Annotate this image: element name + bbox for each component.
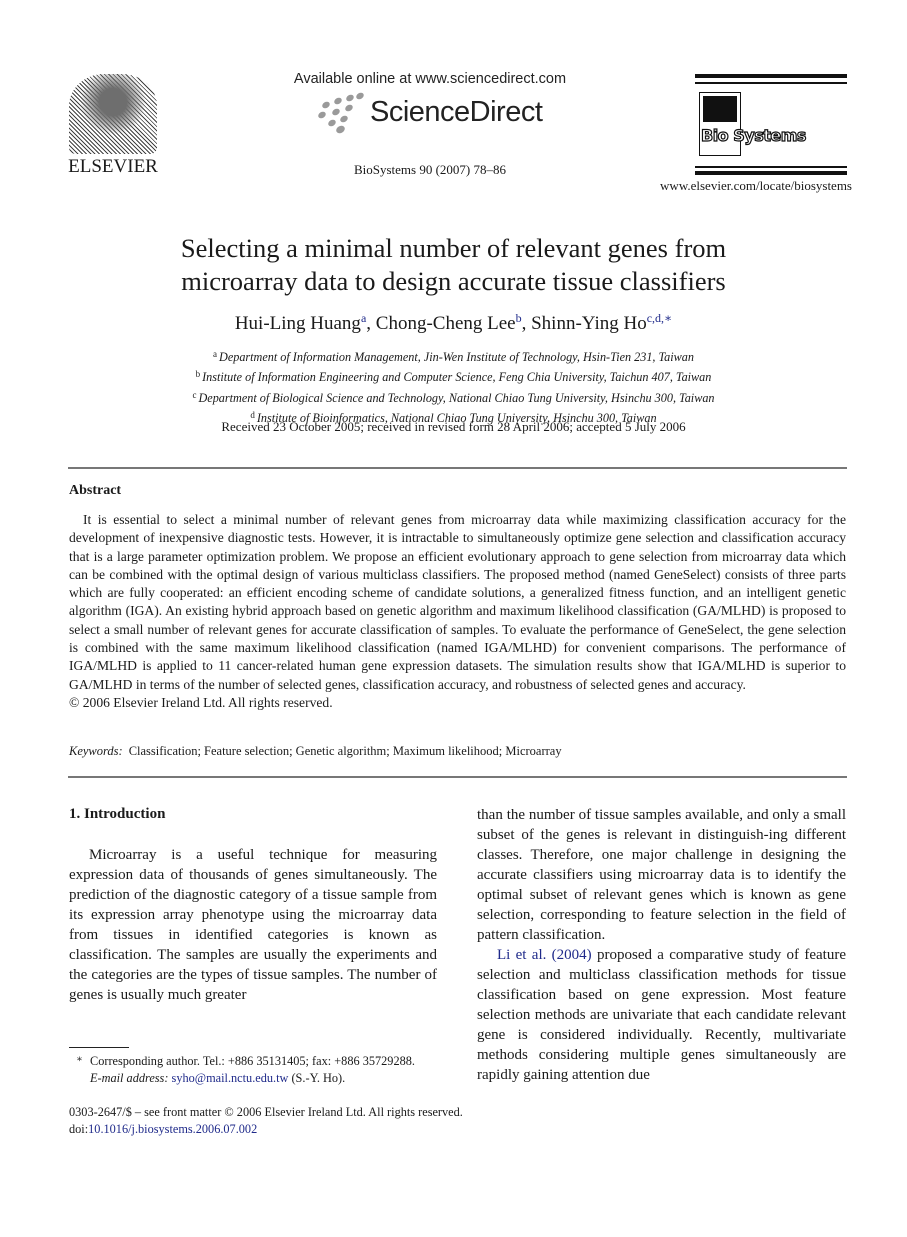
affiliation-mark: b	[195, 369, 201, 380]
affiliation-text: Department of Information Management, Ji…	[219, 350, 694, 364]
elsevier-tree-icon	[69, 74, 157, 154]
affiliation-item: a Department of Information Management, J…	[60, 346, 847, 366]
author-separator: ,	[366, 313, 376, 334]
divider	[68, 467, 847, 469]
author-name: Hui-Ling Huang	[234, 313, 361, 334]
section-heading-introduction: 1. Introduction	[69, 806, 166, 822]
footnote: ∗ Corresponding author. Tel.: +886 351314…	[69, 1051, 449, 1087]
author-name: Shinn-Ying Ho	[531, 313, 647, 334]
title-line-1: Selecting a minimal number of relevant g…	[180, 233, 727, 263]
keywords: Keywords: Classification; Feature selecti…	[69, 744, 846, 759]
author-separator: ,	[521, 313, 532, 334]
affiliation-mark: a	[213, 349, 218, 359]
paragraph: than the number of tissue samples availa…	[477, 807, 846, 943]
footnote-rule	[69, 1047, 129, 1048]
email-label: E-mail address:	[90, 1071, 169, 1085]
doi-label: doi:	[69, 1122, 89, 1136]
affiliation-mark: c	[192, 389, 197, 400]
email-link[interactable]: syho@mail.nctu.edu.tw	[172, 1071, 289, 1085]
corresponding-author: Corresponding author. Tel.: +886 3513140…	[90, 1054, 415, 1068]
paragraph-text: proposed a comparative study of feature …	[477, 947, 846, 1083]
affiliations: a Department of Information Management, J…	[60, 346, 847, 428]
keywords-label: Keywords:	[69, 744, 123, 758]
journal-logo-text: Bio Systems	[700, 125, 807, 145]
affiliation-text: Department of Biological Science and Tec…	[198, 390, 715, 405]
affiliation-text: Institute of Information Engineering and…	[202, 370, 712, 385]
elsevier-logo: ELSEVIER	[68, 74, 158, 177]
paragraph: Microarray is a useful technique for mea…	[69, 847, 437, 1003]
front-matter: 0303-2647/$ – see front matter © 2006 El…	[69, 1104, 569, 1138]
abstract-text: It is essential to select a minimal numb…	[69, 512, 846, 692]
affiliation-item: b Institute of Information Engineering an…	[60, 366, 847, 386]
sciencedirect-logo: ScienceDirect	[310, 91, 570, 136]
journal-cover-icon	[699, 92, 741, 156]
divider	[68, 776, 847, 778]
journal-reference: BioSystems 90 (2007) 78–86	[353, 162, 507, 177]
doi-link[interactable]: 10.1016/j.biosystems.2006.07.002	[88, 1122, 257, 1136]
footnote-star: ∗	[76, 1054, 83, 1065]
article-title: Selecting a minimal number of relevant g…	[60, 232, 847, 298]
abstract-copyright: © 2006 Elsevier Ireland Ltd. All rights …	[69, 694, 333, 710]
abstract-heading: Abstract	[69, 483, 122, 498]
journal-url[interactable]: www.elsevier.com/locate/biosystems	[612, 178, 852, 194]
left-column: Microarray is a useful technique for mea…	[69, 845, 437, 1005]
available-online-text: Available online at www.sciencedirect.co…	[293, 71, 567, 87]
paragraph: Li et al. (2004) proposed a comparative …	[477, 945, 846, 1085]
email-suffix: (S.-Y. Ho).	[288, 1071, 346, 1085]
title-line-2: microarray data to design accurate tissu…	[181, 266, 726, 296]
issn-line: 0303-2647/$ – see front matter © 2006 El…	[69, 1105, 463, 1119]
affiliation-item: c Department of Biological Science and Te…	[60, 387, 847, 407]
sciencedirect-wordmark: ScienceDirect	[370, 96, 543, 128]
biosystems-logo: Bio Systems	[695, 74, 847, 179]
received-dates: Received 23 October 2005; received in re…	[221, 419, 686, 434]
author-name: Chong-Cheng Lee	[375, 313, 516, 334]
abstract-body: It is essential to select a minimal numb…	[69, 511, 846, 712]
author-list: Hui-Ling Huanga, Chong-Cheng Leeb, Shinn…	[60, 311, 847, 335]
elsevier-wordmark: ELSEVIER	[68, 156, 158, 177]
citation-link[interactable]: Li et al. (2004)	[497, 947, 592, 963]
right-column: than the number of tissue samples availa…	[477, 805, 846, 1085]
affiliation-link[interactable]: c,d,∗	[647, 311, 672, 325]
keywords-list: Classification; Feature selection; Genet…	[128, 744, 562, 758]
